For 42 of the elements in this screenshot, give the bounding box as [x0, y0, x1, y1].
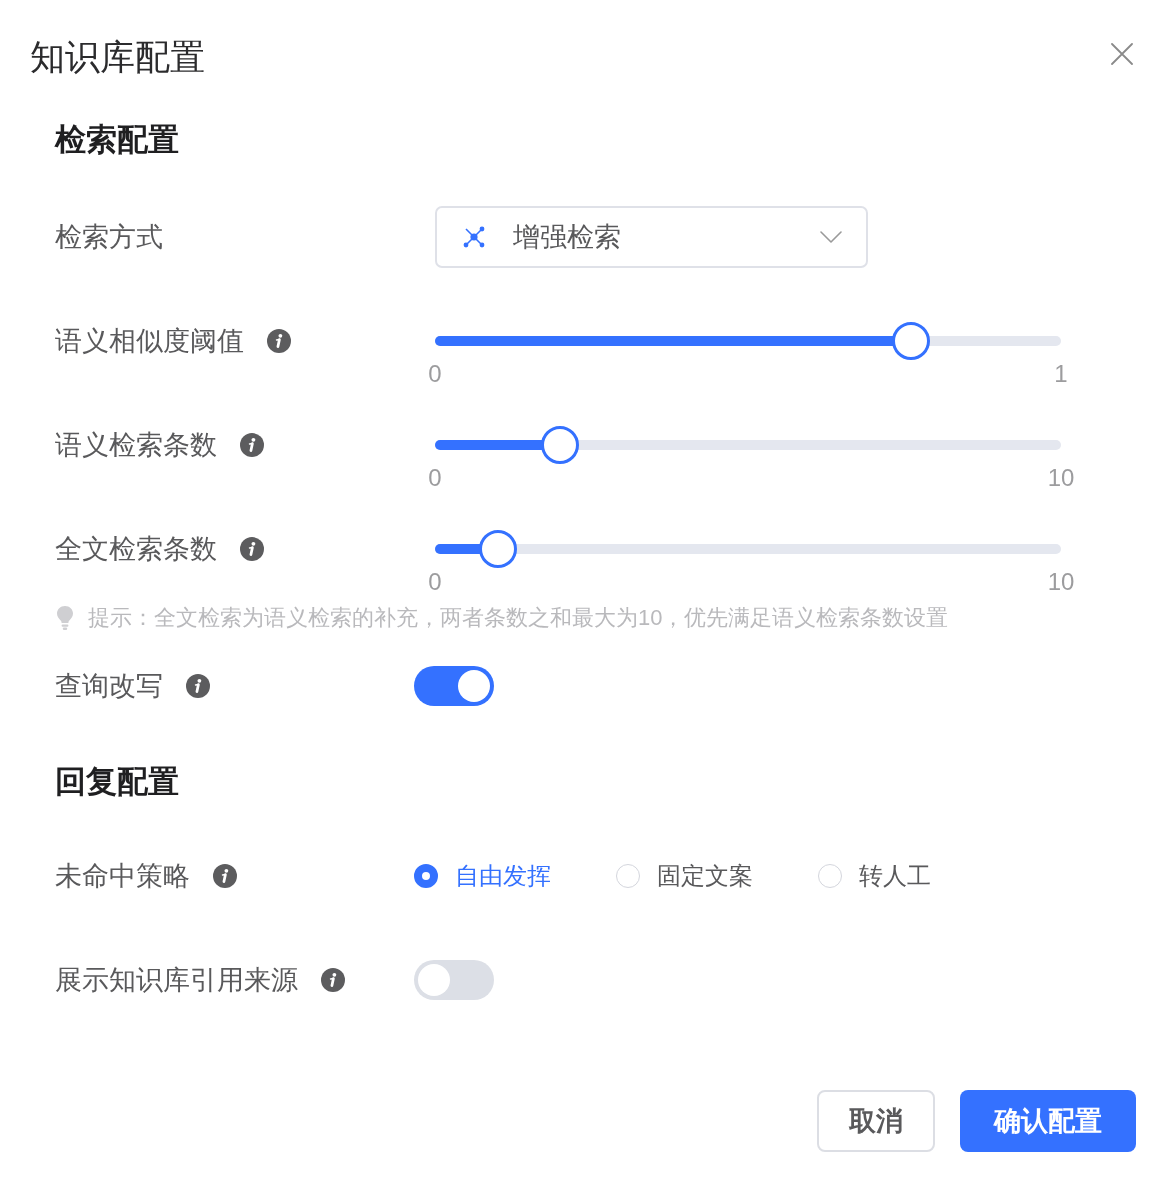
info-icon[interactable] [186, 674, 210, 698]
toggle-switch[interactable] [414, 666, 494, 706]
field-label: 查询改写 [55, 670, 163, 703]
lightbulb-icon [57, 606, 73, 630]
section-title: 检索配置 [55, 121, 179, 159]
field-label: 语义检索条数 [55, 429, 217, 462]
slider-track[interactable] [435, 426, 1061, 464]
confirm-button[interactable]: 确认配置 [960, 1090, 1136, 1152]
dialog-title: 知识库配置 [30, 36, 205, 78]
close-icon[interactable] [1111, 43, 1133, 65]
slider-max-label: 10 [1046, 568, 1076, 596]
field-label: 展示知识库引用来源 [55, 964, 298, 997]
radio-option[interactable]: 自由发挥 [414, 859, 551, 893]
slider-max-label: 1 [1053, 360, 1069, 388]
chevron-down-icon [820, 231, 842, 243]
field-label: 未命中策略 [55, 860, 190, 893]
slider-min-label: 0 [427, 360, 443, 388]
slider-thumb[interactable] [541, 426, 580, 464]
slider-min-label: 0 [427, 568, 443, 596]
slider-track[interactable] [435, 322, 1061, 360]
info-icon[interactable] [240, 537, 264, 561]
select-dropdown[interactable]: 增强检索 [435, 206, 868, 268]
slider-max-label: 10 [1046, 464, 1076, 492]
radio-option[interactable]: 转人工 [818, 859, 931, 893]
slider-min-label: 0 [427, 464, 443, 492]
toggle-switch[interactable] [414, 960, 494, 1000]
radio-option[interactable]: 固定文案 [616, 859, 753, 893]
radio-circle[interactable] [414, 864, 438, 888]
info-icon[interactable] [267, 329, 291, 353]
info-icon[interactable] [240, 433, 264, 457]
cancel-button[interactable]: 取消 [817, 1090, 935, 1152]
nodes-icon [463, 226, 485, 248]
info-icon[interactable] [213, 864, 237, 888]
slider-track[interactable] [435, 530, 1061, 568]
info-icon[interactable] [321, 968, 345, 992]
slider-thumb[interactable] [478, 530, 517, 568]
field-label: 检索方式 [55, 221, 163, 254]
hint-text: 提示：全文检索为语义检索的补充，两者条数之和最大为10，优先满足语义检索条数设置 [88, 604, 949, 632]
section-title: 回复配置 [55, 763, 179, 801]
field-label: 语义相似度阈值 [55, 325, 244, 358]
field-label: 全文检索条数 [55, 533, 217, 566]
slider-thumb[interactable] [891, 322, 930, 360]
